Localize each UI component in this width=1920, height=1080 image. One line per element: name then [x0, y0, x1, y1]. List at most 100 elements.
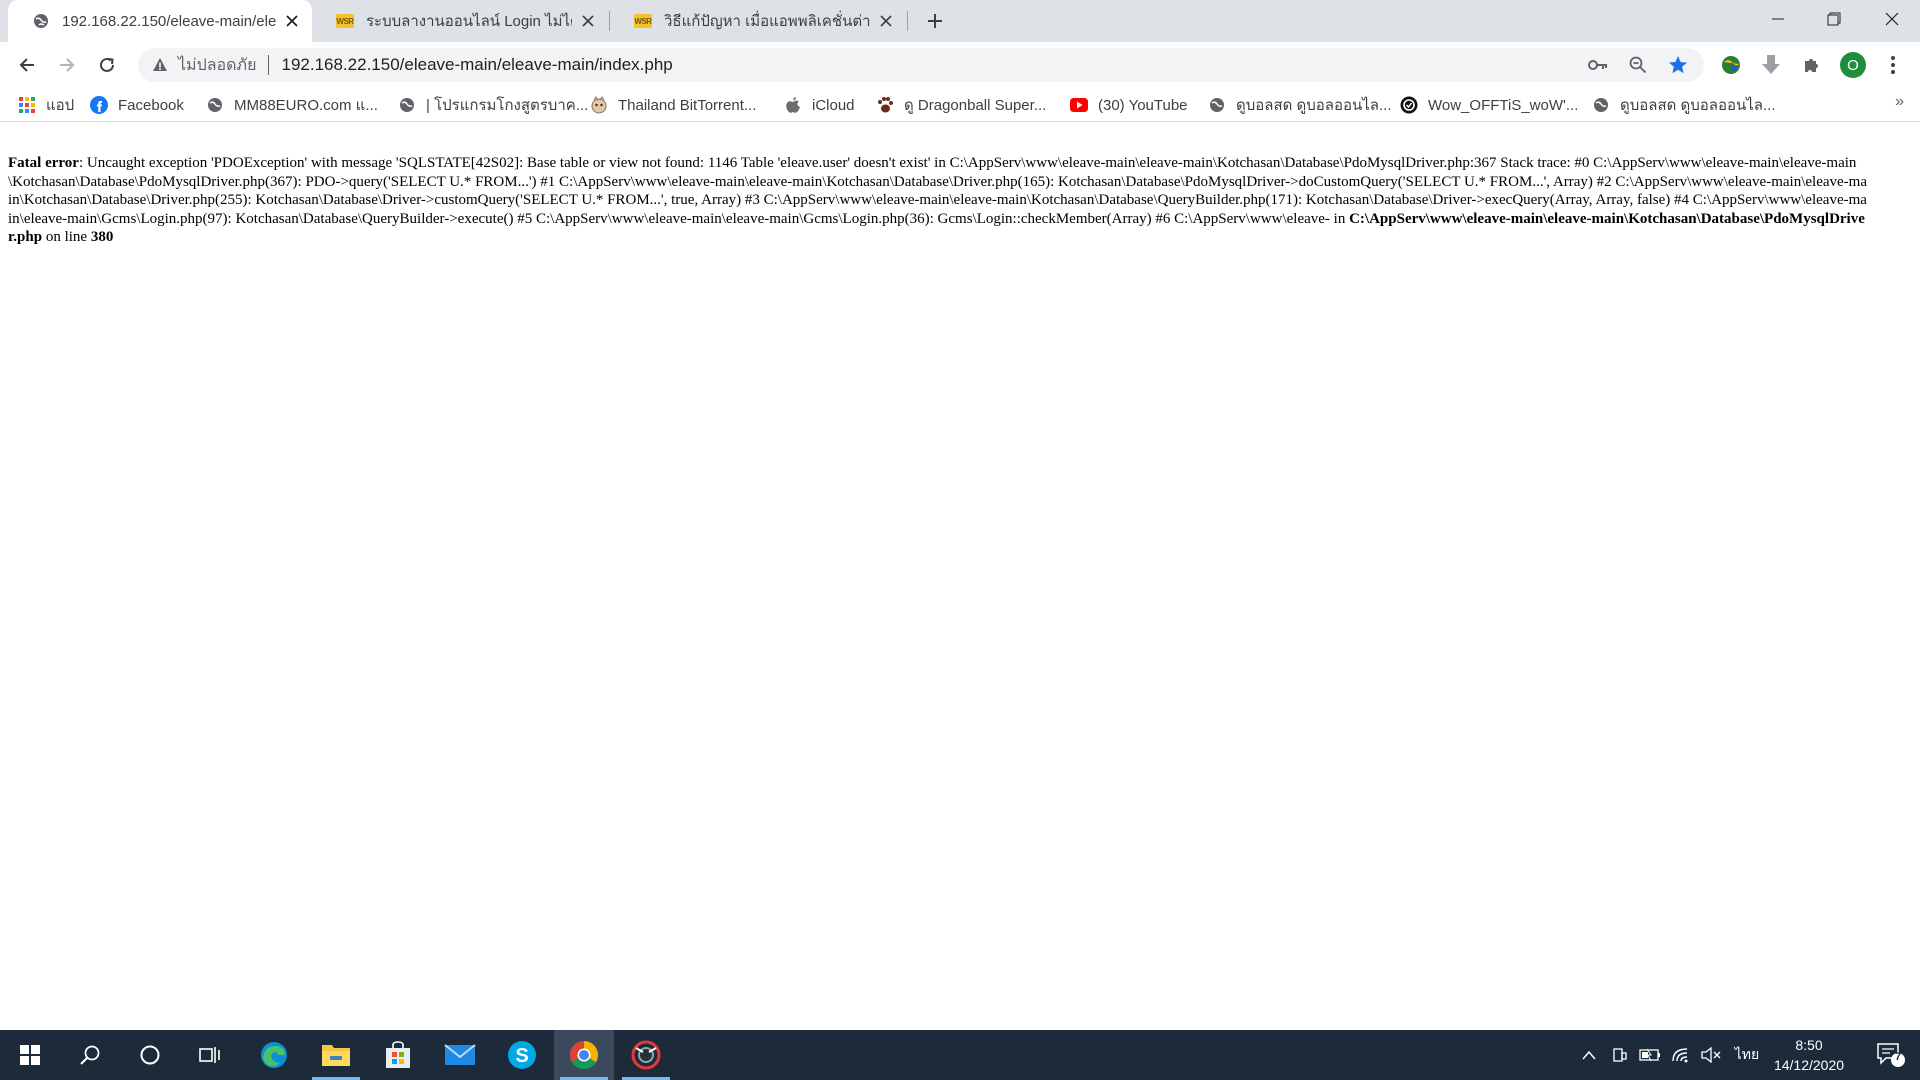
bookmark-icloud[interactable]: iCloud: [784, 93, 855, 117]
mail-icon: [444, 1044, 476, 1065]
cortana-icon: [140, 1045, 160, 1065]
globe-icon: [1208, 96, 1226, 114]
bookmark-label: ดู Dragonball Super...: [904, 97, 1047, 114]
task-view-button[interactable]: [180, 1030, 240, 1080]
error-line-number: 380: [90, 229, 114, 245]
skype-app-button[interactable]: S: [492, 1030, 552, 1080]
photo-app-icon: [631, 1040, 661, 1070]
edge-app-button[interactable]: [244, 1030, 304, 1080]
extension-globe-icon[interactable]: [1716, 50, 1746, 80]
photo-app-button[interactable]: [616, 1030, 676, 1080]
tab-strip: 192.168.22.150/eleave-main/elea WSR ระบบ…: [0, 0, 1920, 42]
back-button[interactable]: [12, 50, 42, 80]
error-label: Fatal error: [8, 155, 79, 171]
bookmark-label: iCloud: [812, 96, 855, 114]
bookmark-label: ดูบอลสด ดูบอลออนไล...: [1620, 97, 1776, 114]
tab-title: 192.168.22.150/eleave-main/elea: [62, 12, 276, 30]
reload-button[interactable]: [92, 50, 122, 80]
store-icon: [386, 1041, 410, 1068]
bookmark-label: | โปรแกรมโกงสูตรบาค...: [426, 97, 589, 114]
apps-grid-icon: [18, 96, 36, 114]
forward-button[interactable]: [52, 50, 82, 80]
chrome-icon: [570, 1041, 598, 1069]
globe-icon: [206, 96, 224, 114]
start-button[interactable]: [0, 1030, 60, 1080]
extensions-puzzle-icon[interactable]: [1797, 50, 1827, 80]
notification-count: 7: [1894, 1051, 1902, 1063]
close-icon[interactable]: [876, 11, 896, 31]
address-bar[interactable]: ไม่ปลอดภัย 192.168.22.150/eleave-main/el…: [138, 48, 1704, 82]
youtube-icon: [1070, 96, 1088, 114]
svg-text:S: S: [515, 1045, 528, 1067]
wsr-icon: WSR: [634, 12, 652, 30]
tab-3[interactable]: WSR วิธีแก้ปัญหา เมื่อแอพพลิเคชั่นต่างๆ …: [610, 0, 906, 42]
divider: [268, 55, 270, 75]
windows-taskbar: S ไทย 8:50 14/12/2020 7: [0, 1030, 1920, 1080]
restore-button[interactable]: [1806, 0, 1862, 38]
chrome-app-button[interactable]: [554, 1030, 614, 1080]
apple-icon: [784, 96, 802, 114]
bookmark-facebook[interactable]: Facebook: [90, 93, 184, 117]
clock-time: 8:50: [1795, 1037, 1823, 1053]
bittorrent-icon: [590, 96, 608, 114]
bookmark-baccarat[interactable]: | โปรแกรมโกงสูตรบาค...: [398, 93, 588, 117]
cortana-button[interactable]: [120, 1030, 180, 1080]
bookmark-football-live-2[interactable]: ดูบอลสด ดูบอลออนไล...: [1592, 93, 1776, 117]
zoom-icon[interactable]: [1624, 51, 1652, 79]
search-button[interactable]: [60, 1030, 120, 1080]
security-status[interactable]: ไม่ปลอดภัย: [178, 53, 256, 78]
close-icon[interactable]: [282, 11, 302, 31]
url-text[interactable]: 192.168.22.150/eleave-main/eleave-main/i…: [281, 55, 1584, 75]
mail-app-button[interactable]: [430, 1030, 490, 1080]
bookmark-mm88euro[interactable]: MM88EURO.com แ...: [206, 93, 378, 117]
paw-icon: [876, 96, 894, 114]
warning-icon[interactable]: [150, 55, 170, 75]
close-icon[interactable]: [578, 11, 598, 31]
minimize-button[interactable]: [1750, 0, 1806, 38]
edge-icon: [261, 1042, 287, 1068]
wifi-icon[interactable]: [1668, 1030, 1694, 1080]
battery-icon[interactable]: [1636, 1030, 1664, 1080]
bookmark-apps[interactable]: แอป: [18, 93, 74, 117]
bookmark-football-live-1[interactable]: ดูบอลสด ดูบอลออนไล...: [1208, 93, 1392, 117]
bookmark-youtube[interactable]: (30) YouTube: [1070, 93, 1188, 117]
on-line-text: on line: [42, 229, 91, 245]
file-explorer-button[interactable]: [306, 1030, 366, 1080]
close-window-button[interactable]: [1864, 0, 1920, 38]
clock[interactable]: 8:50 14/12/2020: [1764, 1035, 1854, 1075]
volume-muted-icon[interactable]: [1698, 1030, 1724, 1080]
language-indicator[interactable]: ไทย: [1730, 1030, 1764, 1080]
wow-icon: [1400, 96, 1418, 114]
wsr-icon: WSR: [336, 12, 354, 30]
bookmarks-overflow-button[interactable]: »: [1895, 93, 1904, 111]
menu-kebab-icon[interactable]: [1878, 50, 1908, 80]
bookmark-label: Facebook: [118, 96, 184, 114]
start-icon: [20, 1045, 40, 1065]
globe-icon: [32, 12, 50, 30]
bookmark-label: (30) YouTube: [1098, 96, 1188, 114]
device-icon[interactable]: [1608, 1030, 1632, 1080]
store-app-button[interactable]: [368, 1030, 428, 1080]
notification-center-button[interactable]: 7: [1876, 1042, 1906, 1068]
search-icon: [80, 1045, 100, 1065]
tab-title: วิธีแก้ปัญหา เมื่อแอพพลิเคชั่นต่างๆ ไม่: [664, 13, 870, 30]
chevron-up-icon[interactable]: [1578, 1030, 1600, 1080]
task-view-icon: [199, 1047, 220, 1063]
file-explorer-icon: [322, 1045, 350, 1066]
tab-2[interactable]: WSR ระบบลางานออนไลน์ Login ไม่ได้: [312, 0, 608, 42]
download-extension-icon[interactable]: [1756, 50, 1786, 80]
bookmark-label: แอป: [46, 97, 75, 114]
bookmark-thailand-bittorrent[interactable]: Thailand BitTorrent...: [590, 93, 756, 117]
skype-icon: S: [508, 1041, 536, 1069]
bookmark-star-icon[interactable]: [1664, 51, 1692, 79]
bookmark-dragonball[interactable]: ดู Dragonball Super...: [876, 93, 1046, 117]
key-icon[interactable]: [1584, 51, 1612, 79]
error-output: Fatal error: Uncaught exception 'PDOExce…: [8, 154, 1868, 247]
bookmark-label: Wow_OFFTiS_woW'...: [1428, 96, 1579, 114]
browser-toolbar: ไม่ปลอดภัย 192.168.22.150/eleave-main/el…: [0, 42, 1920, 88]
profile-avatar[interactable]: O: [1838, 50, 1868, 80]
tab-1[interactable]: 192.168.22.150/eleave-main/elea: [8, 0, 312, 42]
bookmarks-bar: แอป Facebook MM88EURO.com แ... | โปรแกรม…: [0, 88, 1920, 122]
new-tab-button[interactable]: [922, 8, 948, 34]
bookmark-wow-offtis[interactable]: Wow_OFFTiS_woW'...: [1400, 93, 1578, 117]
